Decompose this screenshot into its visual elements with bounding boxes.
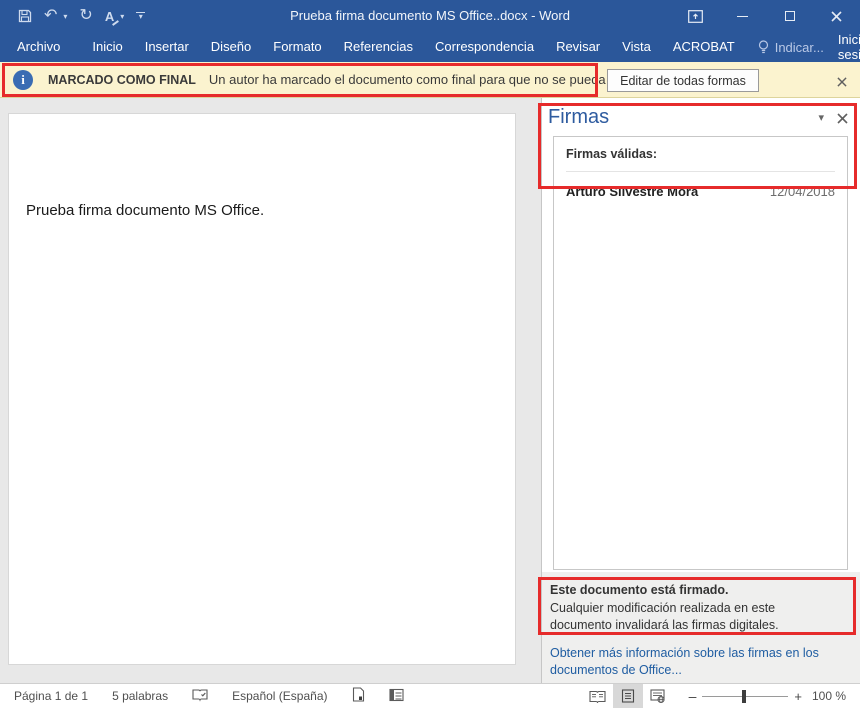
tab-archivo[interactable]: Archivo [6, 32, 71, 62]
ribbon-tab-row: Archivo Inicio Insertar Diseño Formato R… [0, 32, 860, 62]
tab-diseno[interactable]: Diseño [200, 32, 262, 62]
signer-name: Arturo Silvestre Mora [566, 184, 698, 199]
status-right: – + 100 % [583, 684, 860, 708]
zoom-slider[interactable] [702, 684, 788, 708]
print-layout-view-icon[interactable] [613, 684, 643, 708]
ribbon-display-options-icon[interactable] [672, 0, 719, 32]
signature-row[interactable]: Arturo Silvestre Mora 12/04/2018 [566, 184, 835, 199]
valid-signatures-header: Firmas válidas: [566, 147, 835, 161]
signatures-status-icon[interactable] [352, 687, 365, 705]
banner-label: MARCADO COMO FINAL [48, 73, 196, 87]
panel-close-icon[interactable] [837, 111, 848, 129]
edit-anyway-button[interactable]: Editar de todas formas [607, 69, 759, 92]
tell-me-box[interactable]: Indicar... [758, 40, 824, 55]
lightbulb-icon [758, 40, 769, 54]
tab-revisar[interactable]: Revisar [545, 32, 611, 62]
word-count[interactable]: 5 palabras [112, 689, 168, 703]
document-page[interactable]: Prueba firma documento MS Office. [8, 113, 516, 665]
close-window-button[interactable] [813, 0, 860, 32]
language-indicator[interactable]: Español (España) [232, 689, 327, 703]
permissions-icon[interactable] [389, 688, 404, 705]
zoom-out-button[interactable]: – [689, 688, 697, 704]
signed-notice-body: Cualquier modificación realizada en este… [550, 600, 838, 634]
list-divider [566, 171, 835, 172]
read-mode-view-icon[interactable] [583, 684, 613, 708]
minimize-button[interactable] [719, 0, 766, 32]
marked-as-final-banner: i MARCADO COMO FINAL Un autor ha marcado… [0, 62, 860, 98]
signed-notice-title: Este documento está firmado. [550, 583, 848, 597]
window-controls [672, 0, 860, 32]
banner-close-icon[interactable] [837, 74, 847, 92]
zoom-level[interactable]: 100 % [812, 689, 846, 703]
panel-footer: Este documento está firmado. Cualquier m… [542, 572, 860, 683]
tab-inicio[interactable]: Inicio [81, 32, 133, 62]
signatures-panel: Firmas ▾ Firmas válidas: Arturo Silvestr… [542, 98, 860, 683]
zoom-slider-thumb[interactable] [742, 690, 746, 703]
tab-referencias[interactable]: Referencias [333, 32, 424, 62]
tab-vista[interactable]: Vista [611, 32, 662, 62]
panel-title: Firmas [548, 106, 609, 129]
info-icon: i [13, 70, 33, 90]
status-bar: Página 1 de 1 5 palabras Español (España… [0, 683, 860, 708]
banner-message: Un autor ha marcado el documento como fi… [209, 72, 645, 87]
signatures-list: Firmas válidas: Arturo Silvestre Mora 12… [553, 136, 848, 570]
proofing-icon[interactable] [192, 688, 208, 705]
title-bar: ↶ ▾ ↻ A ▾ ▾ Prueba firma documento MS Of… [0, 0, 860, 32]
main-area: Prueba firma documento MS Office. Firmas… [0, 98, 860, 683]
web-layout-view-icon[interactable] [643, 684, 673, 708]
maximize-button[interactable] [766, 0, 813, 32]
signature-date: 12/04/2018 [770, 184, 835, 199]
tab-correspondencia[interactable]: Correspondencia [424, 32, 545, 62]
panel-options-icon[interactable]: ▾ [818, 111, 824, 124]
sign-in-button[interactable]: Iniciar sesión [838, 32, 860, 62]
page-indicator[interactable]: Página 1 de 1 [14, 689, 88, 703]
word-window: ↶ ▾ ↻ A ▾ ▾ Prueba firma documento MS Of… [0, 0, 860, 708]
tell-me-label: Indicar... [775, 40, 824, 55]
zoom-in-button[interactable]: + [794, 689, 802, 704]
status-left: Página 1 de 1 5 palabras Español (España… [0, 687, 404, 705]
tab-insertar[interactable]: Insertar [134, 32, 200, 62]
document-text: Prueba firma documento MS Office. [26, 202, 264, 219]
learn-more-link[interactable]: Obtener más información sobre las firmas… [550, 645, 820, 679]
tab-formato[interactable]: Formato [262, 32, 332, 62]
tab-acrobat[interactable]: ACROBAT [662, 32, 746, 62]
